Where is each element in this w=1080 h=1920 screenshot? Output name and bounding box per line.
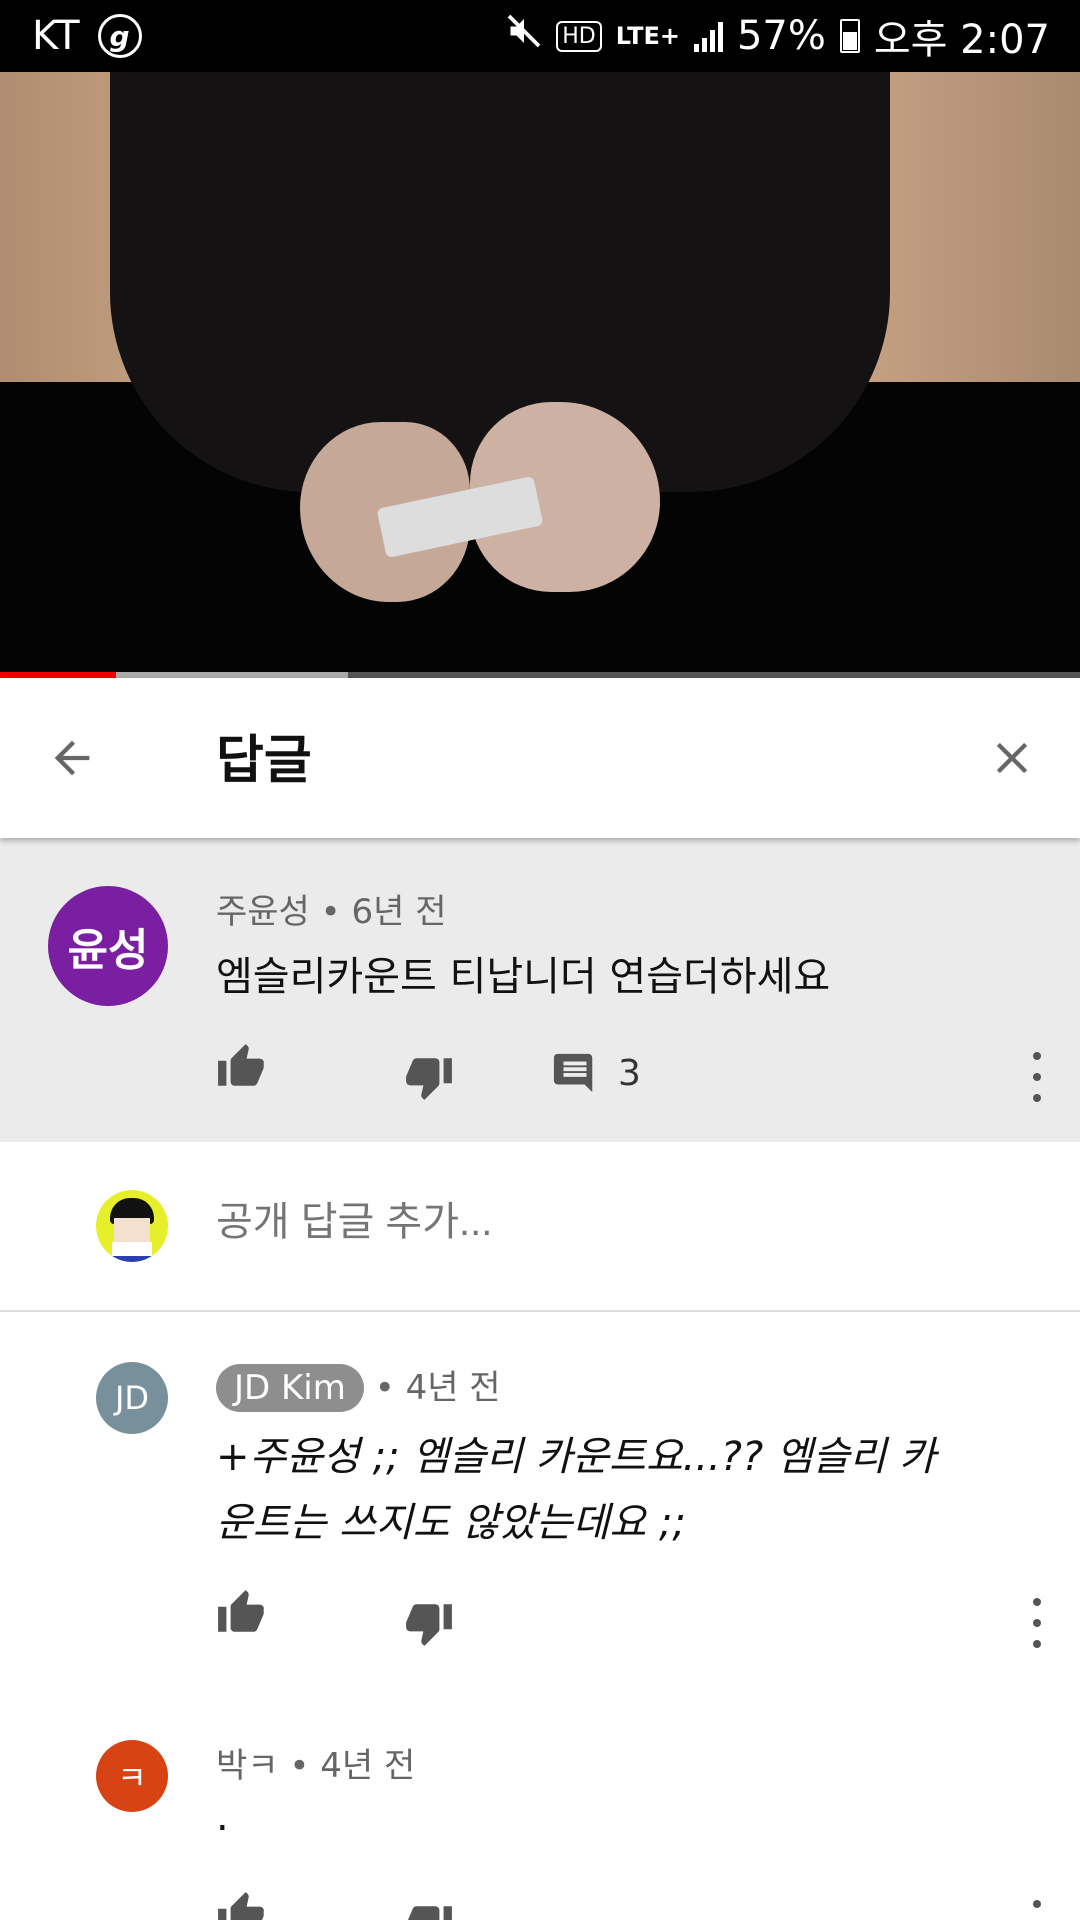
- page-title: 답글: [216, 731, 312, 791]
- lte-icon: LTE+: [615, 22, 680, 50]
- more-options-icon[interactable]: [1022, 1052, 1052, 1102]
- like-button[interactable]: [216, 1890, 266, 1920]
- parent-comment: 윤성 주윤성 • 6년 전 엠슬리카운트 티납니더 연습더하세요 3: [0, 838, 1080, 1142]
- signal-icon: [693, 20, 723, 52]
- reply-meta: 박ㅋ • 4년 전: [216, 1738, 415, 1787]
- reply-time: 4년 전: [405, 1368, 501, 1408]
- thumbs-down-icon: [406, 1604, 452, 1646]
- dislike-button[interactable]: [404, 1052, 454, 1102]
- reply-text: +주윤성 ;; 엠슬리 카운트요...?? 엠슬리 카운트는 쓰지도 않았는데요…: [216, 1434, 936, 1546]
- hd-icon: HD: [556, 20, 602, 52]
- meta-separator: •: [289, 1746, 310, 1786]
- clock: 오후 2:07: [873, 17, 1050, 63]
- battery-percent: 57%: [736, 13, 826, 59]
- thumbs-up-icon: [218, 1590, 264, 1632]
- close-button[interactable]: [982, 728, 1042, 788]
- thumbs-up-icon: [218, 1044, 264, 1086]
- arrow-back-icon: [54, 740, 90, 776]
- thumbs-down-icon: [407, 1906, 452, 1920]
- meta-separator: •: [320, 892, 341, 932]
- more-options-icon[interactable]: [1022, 1598, 1052, 1648]
- like-button[interactable]: [216, 1042, 266, 1092]
- avatar[interactable]: JD: [96, 1362, 168, 1434]
- avatar[interactable]: ㅋ: [96, 1740, 168, 1812]
- meta-separator: •: [374, 1368, 395, 1408]
- add-reply-input[interactable]: [216, 1200, 1016, 1245]
- comment-text: 엠슬리카운트 티납니더 연습더하세요: [216, 954, 831, 1000]
- reply-author-chip[interactable]: JD Kim: [216, 1364, 364, 1412]
- comment-time: 6년 전: [351, 892, 447, 932]
- mute-icon: [506, 13, 542, 59]
- current-user-avatar: [96, 1190, 168, 1262]
- dislike-button[interactable]: [404, 1900, 454, 1920]
- close-icon: [996, 742, 1028, 774]
- comment-author[interactable]: 주윤성: [216, 892, 310, 932]
- reply-count: 3: [618, 1052, 641, 1094]
- comment-icon: [553, 1053, 593, 1093]
- thumbs-up-icon: [218, 1892, 264, 1920]
- carrier-label: KT: [32, 13, 80, 59]
- replies-header: 답글: [0, 678, 1080, 838]
- reply-count-button[interactable]: 3: [552, 1050, 641, 1096]
- dislike-button[interactable]: [404, 1598, 454, 1648]
- video-player[interactable]: [0, 72, 1080, 676]
- back-button[interactable]: [42, 728, 102, 788]
- status-left: KT g: [32, 13, 142, 59]
- add-reply-row: [0, 1142, 1080, 1312]
- reply-author[interactable]: 박ㅋ: [216, 1746, 279, 1786]
- status-right: HD LTE+ 57% 오후 2:07: [506, 7, 1050, 65]
- avatar[interactable]: 윤성: [48, 886, 168, 1006]
- battery-icon: [839, 19, 860, 53]
- reply-item: JD JD Kim • 4년 전 +주윤성 ;; 엠슬리 카운트요...?? 엠…: [0, 1312, 1080, 1720]
- like-button[interactable]: [216, 1588, 266, 1638]
- reply-time: 4년 전: [320, 1746, 416, 1786]
- reply-meta: JD Kim • 4년 전: [216, 1360, 501, 1412]
- more-options-icon[interactable]: [1022, 1900, 1052, 1920]
- thumbs-down-icon: [406, 1058, 452, 1100]
- g-badge-icon: g: [97, 14, 142, 58]
- comment-meta: 주윤성 • 6년 전: [216, 884, 447, 933]
- reply-item: ㅋ 박ㅋ • 4년 전 .: [0, 1720, 1080, 1920]
- reply-text: .: [216, 1794, 229, 1840]
- status-bar: KT g HD LTE+ 57% 오후 2:07: [0, 0, 1080, 72]
